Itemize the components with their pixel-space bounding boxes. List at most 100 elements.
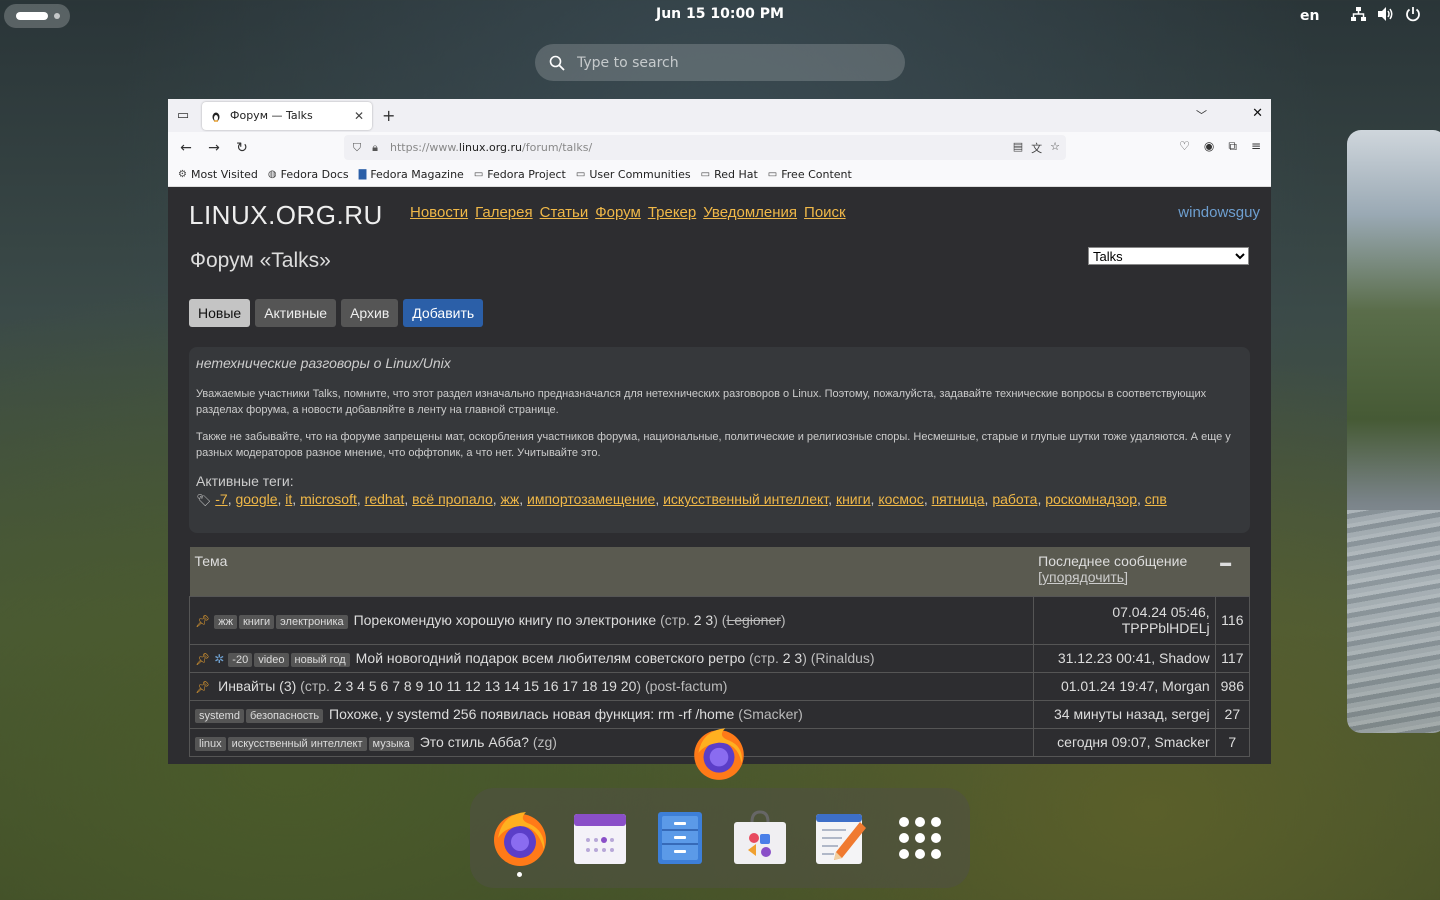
topic-tag[interactable]: video: [254, 652, 289, 667]
tag-link[interactable]: космос: [878, 491, 923, 507]
user-profile-link[interactable]: windowsguy: [1178, 204, 1260, 221]
topic-tag[interactable]: новый год: [290, 652, 350, 667]
firefox-window[interactable]: ▭ Форум — Talks ✕ + ﹀ ✕ ← → ↻ ⛉ 🔒︎ https…: [168, 99, 1271, 764]
account-icon[interactable]: ◉: [1204, 139, 1214, 154]
nav-search[interactable]: Поиск: [804, 204, 846, 221]
topic-cell[interactable]: 📌︎ Инвайты (3) (стр. 2 3 4 5 6 7 8 9 10 …: [189, 671, 1034, 701]
topic-cell[interactable]: 📌︎ жж книги электроника Порекомендую хорошу…: [189, 595, 1034, 645]
topic-tag[interactable]: безопасность: [245, 708, 324, 723]
keyboard-layout[interactable]: en: [1300, 8, 1319, 24]
software-icon[interactable]: [730, 808, 790, 868]
tab-forum-talks[interactable]: Форум — Talks ✕: [202, 101, 372, 130]
nav-forum[interactable]: Форум: [595, 204, 641, 221]
topic-tag[interactable]: искусственный интеллект: [227, 736, 367, 751]
table-row[interactable]: 📌︎ Инвайты (3) (стр. 2 3 4 5 6 7 8 9 10 …: [189, 671, 1251, 701]
reload-icon[interactable]: ↻: [228, 140, 256, 156]
activities-button[interactable]: [4, 4, 70, 28]
list-all-tabs-chevron-icon[interactable]: ﹀: [1196, 107, 1207, 123]
topic-author[interactable]: (Legioner): [722, 612, 786, 628]
nav-news[interactable]: Новости: [410, 204, 468, 221]
last-message-cell[interactable]: сегодня 09:07, Smacker: [1032, 727, 1216, 757]
tag-link[interactable]: искусственный интеллект: [663, 491, 828, 507]
topic-tag[interactable]: systemd: [195, 708, 244, 723]
tag-link[interactable]: жж: [501, 491, 520, 507]
topic-title[interactable]: Инвайты (3): [218, 678, 296, 694]
bookmark-star-icon[interactable]: ☆: [1050, 140, 1060, 156]
table-row[interactable]: 📌︎ ✲ -20 video новый год Мой новогодний пода…: [189, 643, 1251, 673]
calendar-icon[interactable]: [570, 808, 630, 868]
bookmark-fedora-docs[interactable]: ◍ Fedora Docs: [268, 168, 349, 181]
forward-arrow-icon[interactable]: →: [200, 140, 228, 156]
topic-cell[interactable]: systemd безопасность Похоже, у systemd 25…: [189, 699, 1034, 729]
topic-tag[interactable]: linux: [195, 736, 226, 751]
last-message-cell[interactable]: 07.04.24 05:46, TPPPblHDELj: [1032, 595, 1216, 645]
last-message-cell[interactable]: 34 минуты назад, sergej: [1032, 699, 1216, 729]
nav-notifications[interactable]: Уведомления: [703, 204, 797, 221]
tag-link[interactable]: роскомнадзор: [1045, 491, 1137, 507]
archive-button[interactable]: Архив: [341, 299, 399, 327]
tag-link[interactable]: всё пропало: [412, 491, 493, 507]
search-input[interactable]: [577, 54, 877, 71]
bookmark-red-hat[interactable]: ▭ Red Hat: [701, 168, 758, 181]
tab-list-icon[interactable]: ▭: [168, 108, 198, 123]
url-text[interactable]: https://www.linux.org.ru/forum/talks/: [390, 141, 592, 154]
bookmark-user-communities[interactable]: ▭ User Communities: [576, 168, 691, 181]
nav-gallery[interactable]: Галерея: [475, 204, 533, 221]
tracking-shield-icon[interactable]: ⛉: [348, 141, 366, 155]
url-bar[interactable]: ⛉ 🔒︎ https://www.linux.org.ru/forum/talk…: [344, 135, 1066, 160]
topic-tag[interactable]: -20: [228, 652, 253, 667]
sort-link[interactable]: [упорядочить]: [1038, 569, 1128, 585]
topic-tag[interactable]: книги: [238, 614, 275, 629]
bookmark-fedora-project[interactable]: ▭ Fedora Project: [474, 168, 566, 181]
bookmark-fedora-magazine[interactable]: ▇ Fedora Magazine: [359, 168, 464, 181]
topic-author[interactable]: (Rinaldus): [811, 650, 875, 666]
active-topics-button[interactable]: Активные: [255, 299, 337, 327]
forum-section-select[interactable]: Talks: [1088, 247, 1249, 265]
table-row[interactable]: 📌︎ жж книги электроника Порекомендую хорошу…: [189, 595, 1251, 645]
pocket-icon[interactable]: ♡: [1179, 139, 1190, 154]
tag-link[interactable]: it: [285, 491, 292, 507]
new-tab-icon[interactable]: +: [382, 106, 395, 125]
bookmark-most-visited[interactable]: ⚙ Most Visited: [178, 168, 258, 181]
app-grid-icon[interactable]: [890, 808, 950, 868]
nav-articles[interactable]: Статьи: [540, 204, 589, 221]
firefox-icon[interactable]: [688, 722, 750, 784]
topic-tag[interactable]: музыка: [368, 736, 414, 751]
bookmark-free-content[interactable]: ▭ Free Content: [768, 168, 852, 181]
files-icon[interactable]: [650, 808, 710, 868]
last-message-cell[interactable]: 01.01.24 19:47, Morgan: [1032, 671, 1216, 701]
tag-link[interactable]: google: [235, 491, 277, 507]
translate-icon[interactable]: 文: [1031, 140, 1042, 156]
topic-author[interactable]: (Smacker): [738, 706, 803, 722]
topic-author[interactable]: (zg): [533, 734, 557, 750]
topic-cell[interactable]: linux искусственный интеллект музыка Это с…: [189, 727, 1034, 757]
topic-title[interactable]: Порекомендую хорошую книгу по электроник…: [354, 612, 657, 628]
tag-link[interactable]: -7: [215, 491, 227, 507]
menu-hamburger-icon[interactable]: ≡: [1251, 139, 1261, 154]
reader-view-icon[interactable]: ▤: [1013, 140, 1023, 156]
back-arrow-icon[interactable]: ←: [172, 140, 200, 156]
extensions-icon[interactable]: ⧉: [1228, 139, 1237, 154]
nav-tracker[interactable]: Трекер: [648, 204, 696, 221]
firefox-icon[interactable]: [490, 808, 550, 868]
clock[interactable]: Jun 15 10:00 PM: [620, 6, 820, 22]
topic-title[interactable]: Мой новогодний подарок всем любителям со…: [356, 650, 746, 666]
close-tab-icon[interactable]: ✕: [354, 109, 364, 123]
topic-title[interactable]: Похоже, у systemd 256 появилась новая фу…: [329, 706, 734, 722]
topic-title[interactable]: Это стиль Абба?: [420, 734, 529, 750]
system-tray[interactable]: [1350, 6, 1421, 26]
topic-tag[interactable]: жж: [214, 614, 237, 629]
tag-link[interactable]: книги: [836, 491, 871, 507]
tag-link[interactable]: работа: [992, 491, 1037, 507]
tag-link[interactable]: microsoft: [300, 491, 357, 507]
topic-tag[interactable]: электроника: [276, 614, 348, 629]
topic-author[interactable]: (post-factum): [645, 678, 727, 694]
site-logo[interactable]: LINUX.ORG.RU: [189, 200, 383, 231]
tag-link[interactable]: пятница: [932, 491, 985, 507]
tag-link[interactable]: redhat: [365, 491, 405, 507]
lock-icon[interactable]: 🔒︎: [366, 141, 384, 155]
close-window-icon[interactable]: ✕: [1252, 106, 1263, 121]
topic-cell[interactable]: 📌︎ ✲ -20 video новый год Мой новогодний пода…: [189, 643, 1034, 673]
add-topic-button[interactable]: Добавить: [403, 299, 484, 327]
new-topics-button[interactable]: Новые: [189, 299, 251, 327]
